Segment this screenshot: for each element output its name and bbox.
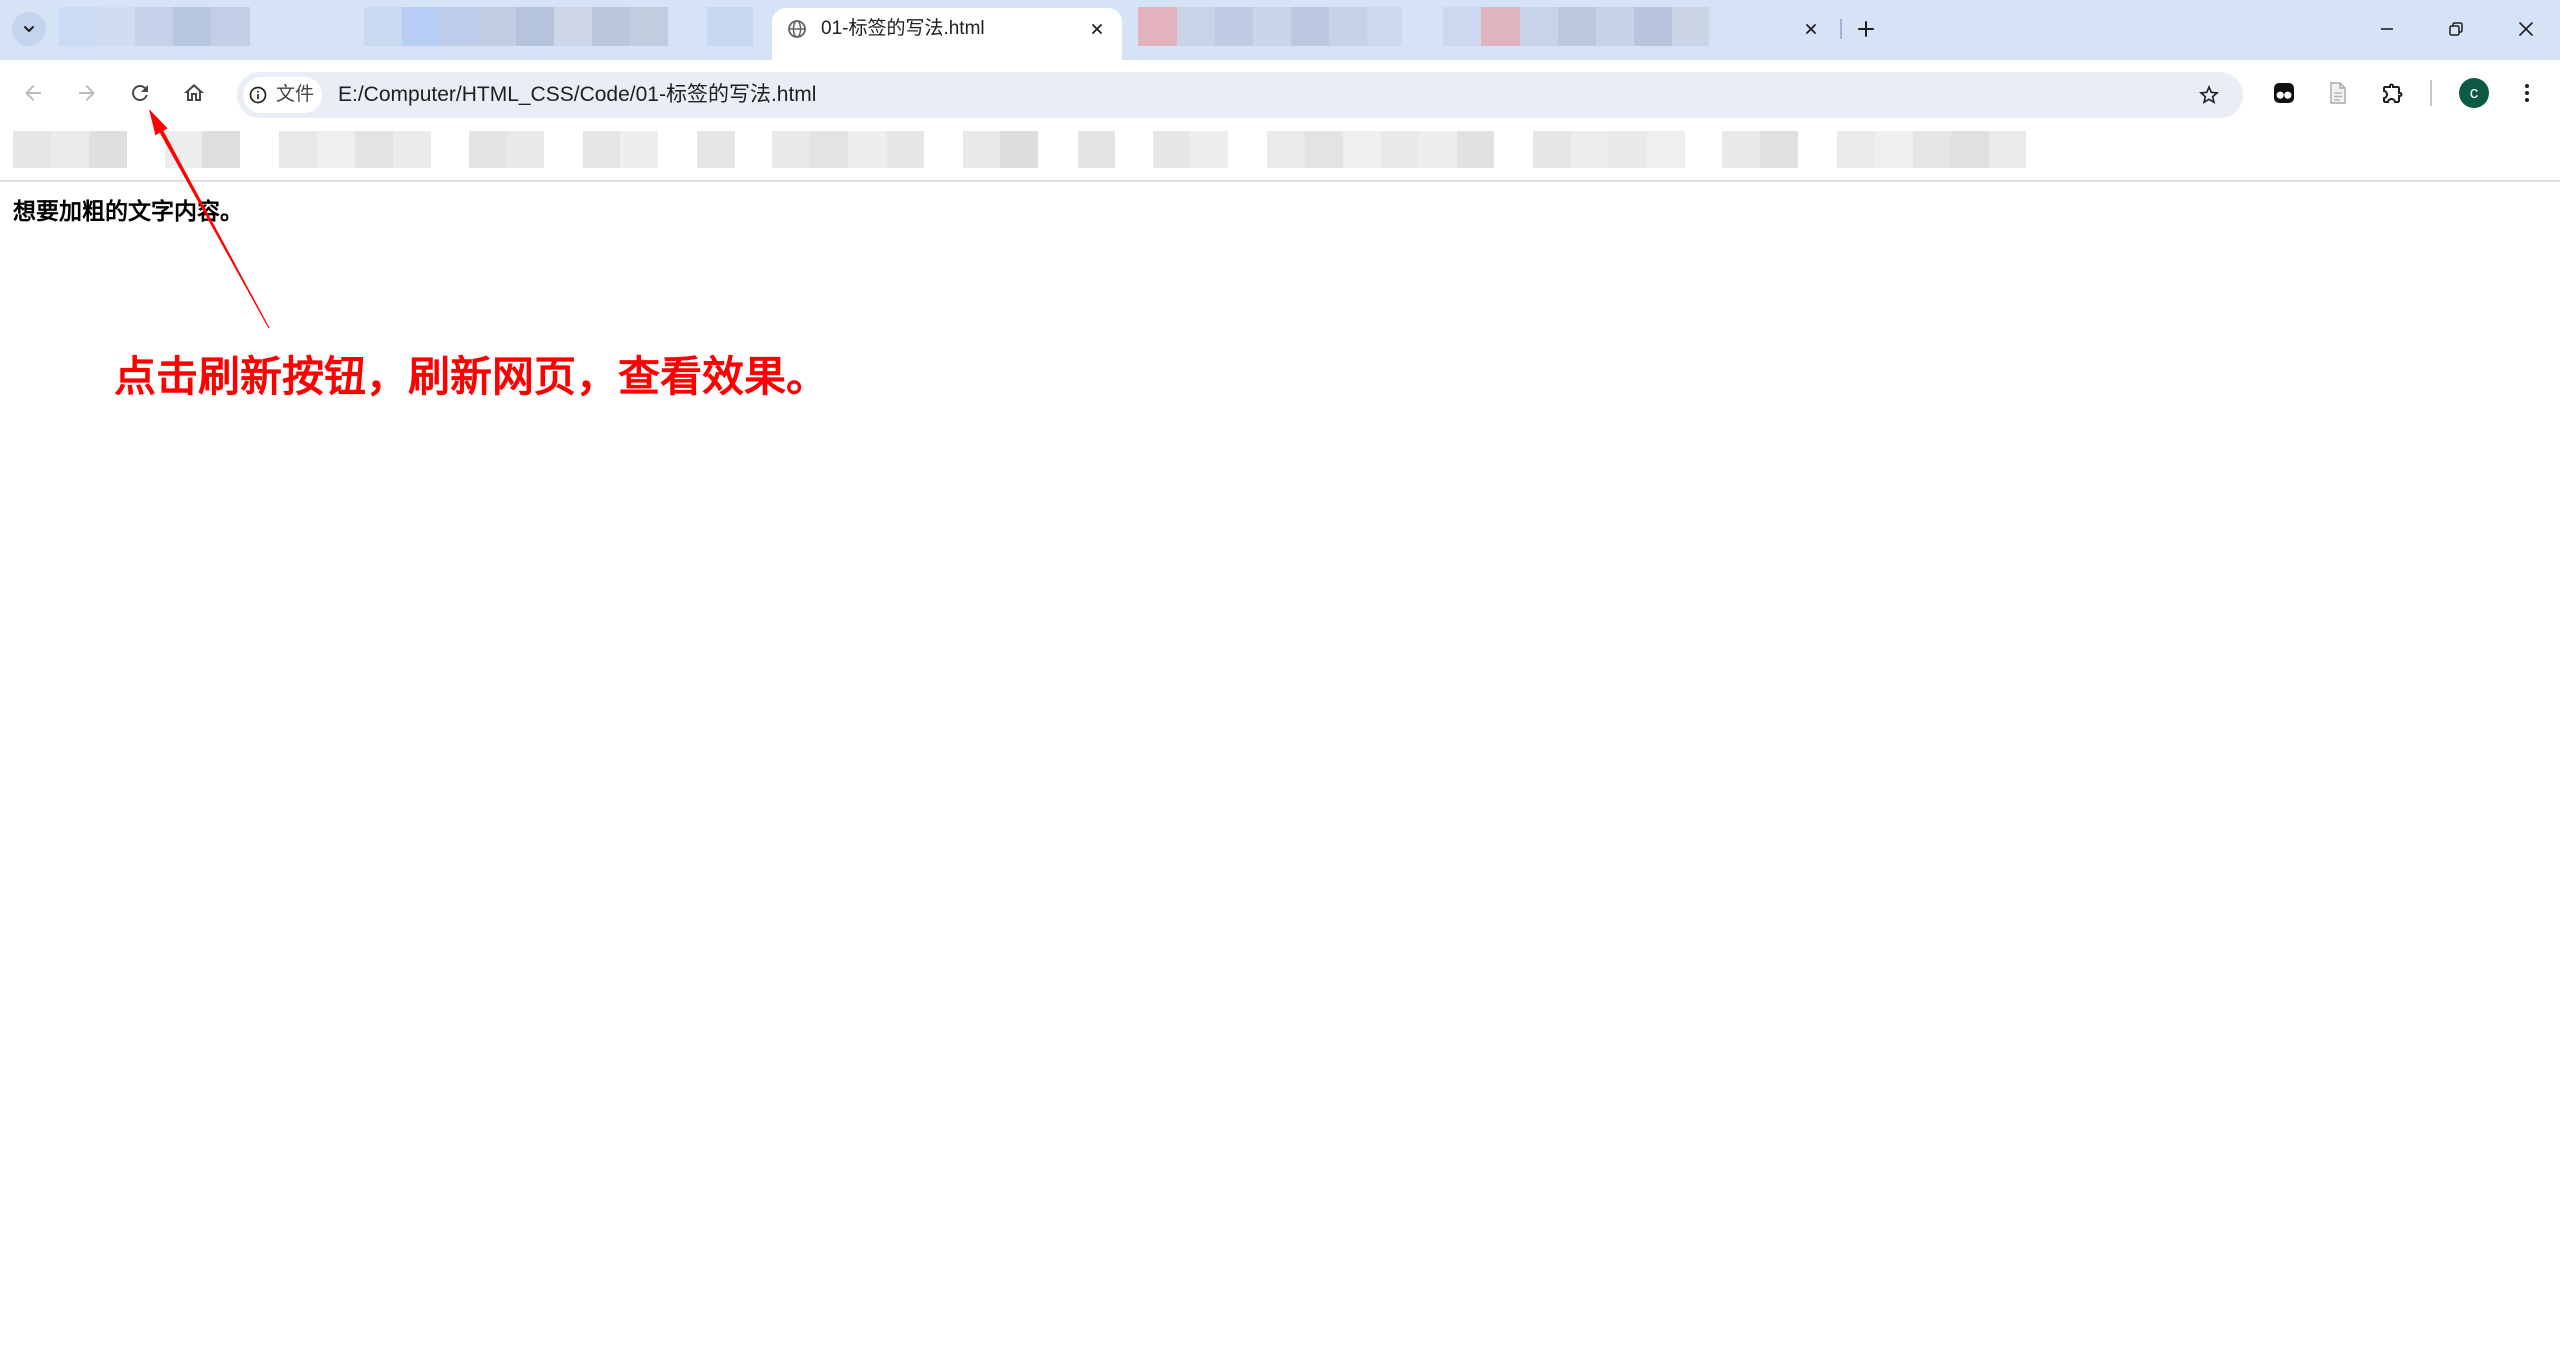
blurred-tab[interactable] (1443, 7, 1709, 46)
document-icon (2326, 81, 2350, 105)
bookmark-star-button[interactable] (2189, 75, 2229, 115)
blurred-bookmark[interactable] (279, 131, 431, 168)
browser-menu-button[interactable] (2507, 73, 2547, 113)
info-icon (248, 85, 268, 105)
puzzle-icon (2381, 81, 2405, 105)
forward-arrow-icon (75, 81, 99, 105)
minimize-icon (2379, 21, 2395, 37)
extension-button[interactable] (2264, 73, 2304, 113)
site-info-chip[interactable]: 文件 (243, 77, 322, 113)
url-text[interactable]: E:/Computer/HTML_CSS/Code/01-标签的写法.html (338, 72, 816, 118)
blurred-bookmark[interactable] (1533, 131, 1685, 168)
home-button[interactable] (174, 73, 214, 113)
blurred-bookmark[interactable] (1153, 131, 1228, 168)
blurred-bookmark[interactable] (469, 131, 544, 168)
reload-button[interactable] (120, 73, 160, 113)
forward-button[interactable] (67, 73, 107, 113)
back-arrow-icon (21, 81, 45, 105)
blurred-bookmark[interactable] (165, 131, 240, 168)
bold-text-content: 想要加粗的文字内容。 (13, 198, 243, 224)
bookmarks-bar (0, 128, 2560, 182)
restore-button[interactable] (2426, 0, 2486, 58)
tab-search-button[interactable] (12, 12, 46, 46)
tab-separator (1840, 19, 1842, 39)
blurred-bookmark[interactable] (1837, 131, 2026, 168)
blurred-tab[interactable] (1138, 7, 1402, 46)
chip-label: 文件 (276, 84, 315, 105)
blurred-bookmark[interactable] (13, 131, 127, 168)
blurred-bookmark[interactable] (583, 131, 658, 168)
extension-button[interactable] (2318, 73, 2358, 113)
blurred-bookmark[interactable] (772, 131, 924, 168)
address-bar[interactable]: 文件 E:/Computer/HTML_CSS/Code/01-标签的写法.ht… (237, 72, 2243, 118)
toolbar: 文件 E:/Computer/HTML_CSS/Code/01-标签的写法.ht… (0, 60, 2560, 128)
blurred-bookmark[interactable] (1078, 131, 1115, 168)
blurred-bookmark[interactable] (697, 131, 735, 168)
chevron-down-icon (21, 21, 37, 37)
restore-icon (2448, 21, 2464, 37)
kebab-menu-icon (2515, 81, 2539, 105)
star-icon (2197, 83, 2221, 107)
home-icon (182, 81, 206, 105)
minimize-button[interactable] (2357, 0, 2417, 58)
reload-icon (128, 81, 152, 105)
annotation-text: 点击刷新按钮，刷新网页，查看效果。 (114, 353, 829, 400)
plus-icon (1857, 20, 1875, 38)
close-icon (1090, 22, 1104, 36)
new-tab-button[interactable] (1852, 15, 1880, 43)
window-close-button[interactable] (2496, 0, 2556, 58)
back-button[interactable] (13, 73, 53, 113)
annotation-arrow (149, 109, 270, 329)
blurred-tab[interactable] (707, 7, 753, 46)
extension-app-icon (2272, 81, 2296, 105)
close-icon (1804, 22, 1818, 36)
blurred-bookmark[interactable] (1267, 131, 1494, 168)
blurred-tab[interactable] (364, 7, 668, 46)
globe-icon (787, 19, 807, 39)
tab-title: 01-标签的写法.html (821, 18, 985, 39)
toolbar-separator (2430, 80, 2432, 106)
blurred-bookmark[interactable] (963, 131, 1038, 168)
tab-close-button[interactable] (1085, 17, 1109, 41)
close-icon (2518, 21, 2534, 37)
tab-strip: 01-标签的写法.html (0, 0, 2560, 60)
blurred-tab[interactable] (59, 7, 250, 46)
profile-avatar[interactable]: c (2459, 78, 2489, 108)
extensions-menu-button[interactable] (2373, 73, 2413, 113)
blurred-bookmark[interactable] (1722, 131, 1798, 168)
active-tab[interactable]: 01-标签的写法.html (772, 8, 1122, 60)
tab-close-button[interactable] (1799, 17, 1823, 41)
